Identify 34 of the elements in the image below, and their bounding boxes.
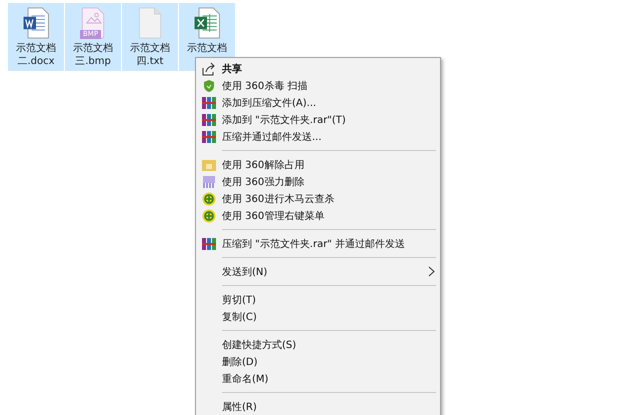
- spreadsheet-icon: [192, 7, 222, 39]
- menu-item[interactable]: 压缩并通过邮件发送...: [196, 128, 440, 145]
- menu-item[interactable]: 删除(D): [196, 353, 440, 370]
- shredder-icon: [202, 174, 216, 188]
- file-item[interactable]: 示范文档 四.txt: [122, 3, 178, 71]
- plus-circle-icon: [202, 208, 216, 222]
- archive-books-icon: [202, 130, 216, 144]
- menu-item[interactable]: 使用 360解除占用: [196, 156, 440, 173]
- menu-item[interactable]: 添加到压缩文件(A)...: [196, 94, 440, 111]
- file-name: 示范文档 四.txt: [130, 42, 170, 68]
- menu-item[interactable]: 剪切(T): [196, 291, 440, 308]
- archive-books-icon: [202, 236, 216, 250]
- menu-item[interactable]: 发送到(N): [196, 263, 440, 280]
- menu-item[interactable]: 创建快捷方式(S): [196, 336, 440, 353]
- menu-item[interactable]: 使用 360进行木马云查杀: [196, 190, 440, 207]
- shield-icon: [203, 78, 215, 92]
- menu-item[interactable]: 属性(R): [196, 398, 440, 415]
- folder-lock-icon: [202, 158, 216, 172]
- menu-item[interactable]: 使用 360强力删除: [196, 173, 440, 190]
- file-name: 示范文档 三.bmp: [73, 42, 113, 68]
- menu-item[interactable]: 添加到 "示范文件夹.rar"(T): [196, 111, 440, 128]
- share-icon: [202, 62, 216, 76]
- file-item[interactable]: 示范文档 二.docx: [8, 3, 64, 71]
- archive-books-icon: [202, 96, 216, 110]
- file-name: 示范文档: [187, 42, 227, 55]
- plus-circle-icon: [202, 192, 216, 206]
- menu-item[interactable]: 复制(C): [196, 308, 440, 325]
- file-name: 示范文档 二.docx: [16, 42, 56, 68]
- menu-item[interactable]: 使用 360杀毒 扫描: [196, 77, 440, 94]
- menu-item[interactable]: 重命名(M): [196, 370, 440, 387]
- archive-books-icon: [202, 112, 216, 126]
- menu-item[interactable]: 压缩到 "示范文件夹.rar" 并通过邮件发送: [196, 235, 440, 252]
- menu-item[interactable]: 使用 360管理右键菜单: [196, 207, 440, 224]
- word-document-icon: [21, 7, 51, 39]
